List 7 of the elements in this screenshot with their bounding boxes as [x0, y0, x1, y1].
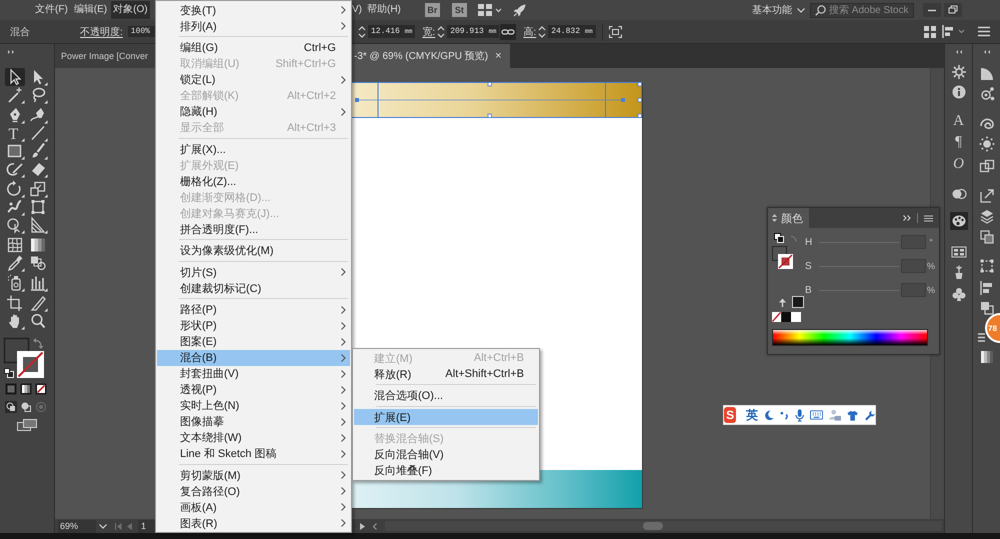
unit-label: ° — [928, 237, 934, 247]
channel-label: H — [804, 236, 814, 248]
selection-type-label: 混合 — [10, 26, 30, 38]
unit-label: % — [926, 285, 936, 295]
channel-label: S — [804, 260, 813, 272]
unit-label: % — [926, 261, 936, 271]
channel-label: B — [804, 284, 813, 296]
